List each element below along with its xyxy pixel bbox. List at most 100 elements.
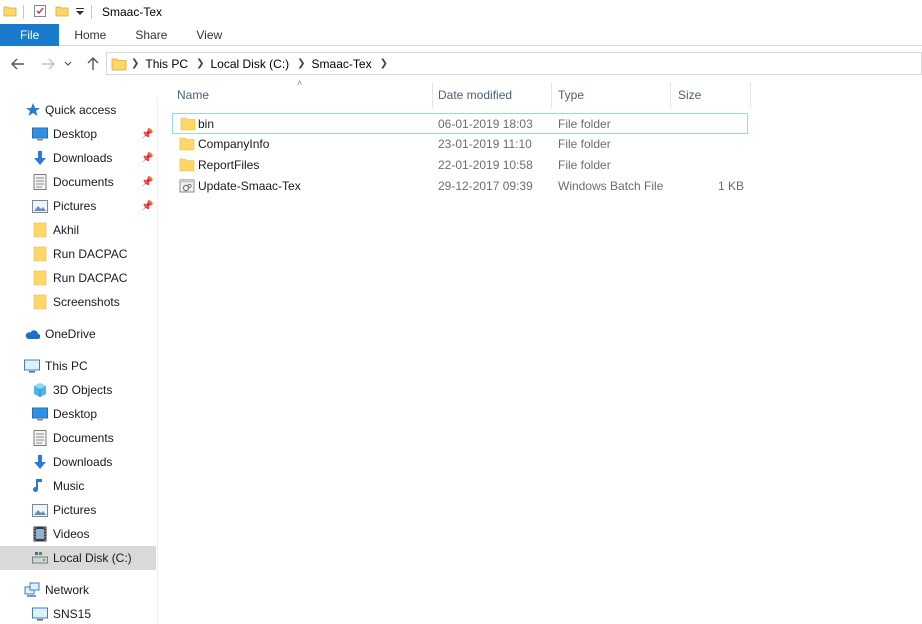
- tab-home[interactable]: Home: [59, 24, 121, 46]
- sidebar-item-label: Downloads: [53, 151, 113, 165]
- batch-file-icon: [179, 178, 195, 197]
- table-row[interactable]: ReportFiles 22-01-2019 10:58 File folder: [172, 155, 748, 176]
- sidebar-item-label: Music: [53, 479, 85, 493]
- navigation-pane: Quick access Desktop 📌 Downloads 📌 Docum…: [0, 98, 158, 624]
- sidebar-item-label: Pictures: [53, 503, 97, 517]
- folder-icon: [179, 136, 195, 155]
- sidebar-item-network[interactable]: Network: [0, 579, 156, 601]
- sidebar-item-downloads[interactable]: Downloads: [0, 451, 156, 473]
- desktop-icon: [32, 406, 48, 422]
- column-header-type[interactable]: Type: [558, 80, 668, 110]
- sidebar-item-pictures[interactable]: Pictures 📌: [0, 195, 156, 217]
- tab-view[interactable]: View: [181, 24, 237, 46]
- sidebar-item-local-disk[interactable]: Local Disk (C:): [0, 546, 156, 570]
- column-divider[interactable]: [551, 82, 552, 108]
- 3d-objects-icon: [32, 382, 48, 398]
- table-row[interactable]: bin 06-01-2019 18:03 File folder: [172, 113, 748, 134]
- sidebar-item-screenshots[interactable]: Screenshots: [0, 291, 156, 313]
- forward-arrow-icon[interactable]: [36, 52, 60, 76]
- sidebar-item-label: Pictures: [53, 199, 97, 213]
- sidebar-item-onedrive[interactable]: OneDrive: [0, 323, 156, 345]
- folder-icon: [111, 57, 127, 71]
- up-arrow-icon[interactable]: [81, 52, 105, 76]
- chevron-right-icon[interactable]: ❯: [380, 58, 388, 69]
- sidebar-item-documents[interactable]: Documents 📌: [0, 171, 156, 193]
- column-header-date-modified[interactable]: Date modified: [438, 80, 548, 110]
- sidebar-item-label: Quick access: [45, 103, 117, 117]
- sidebar-item-documents[interactable]: Documents: [0, 427, 156, 449]
- folder-icon: [32, 270, 48, 286]
- column-divider[interactable]: [670, 82, 671, 108]
- sidebar-item-label: Akhil: [53, 223, 80, 237]
- address-bar[interactable]: ❯ This PC ❯ Local Disk (C:) ❯ Smaac-Tex …: [106, 52, 922, 75]
- network-icon: [24, 582, 40, 598]
- file-name: ReportFiles: [198, 158, 260, 172]
- sidebar-item-label: Documents: [53, 175, 114, 189]
- sidebar-item-music[interactable]: Music: [0, 475, 156, 497]
- sidebar-item-videos[interactable]: Videos: [0, 523, 156, 545]
- navigation-bar: ❯ This PC ❯ Local Disk (C:) ❯ Smaac-Tex …: [0, 50, 922, 78]
- pin-icon[interactable]: 📌: [141, 129, 153, 140]
- column-header-size[interactable]: Size: [678, 80, 748, 110]
- downloads-icon: [32, 150, 48, 166]
- sidebar-item-run-dacpac[interactable]: Run DACPAC: [0, 243, 156, 265]
- file-name: CompanyInfo: [198, 137, 270, 151]
- sidebar-item-label: This PC: [45, 359, 88, 373]
- pictures-icon: [32, 198, 48, 214]
- computer-icon: [32, 606, 48, 622]
- column-divider[interactable]: [432, 82, 433, 108]
- sidebar-item-label: Run DACPAC: [53, 271, 128, 285]
- documents-icon: [32, 174, 48, 190]
- sidebar-item-label: Local Disk (C:): [53, 551, 132, 565]
- file-name: bin: [198, 117, 215, 131]
- breadcrumb-smaac-tex[interactable]: Smaac-Tex: [312, 57, 372, 71]
- file-size: 1 KB: [717, 179, 744, 193]
- computer-icon: [24, 358, 40, 374]
- sidebar-item-desktop[interactable]: Desktop 📌: [0, 123, 156, 145]
- videos-icon: [32, 526, 48, 542]
- chevron-right-icon[interactable]: ❯: [131, 58, 139, 69]
- pin-icon[interactable]: 📌: [141, 201, 153, 212]
- table-row[interactable]: CompanyInfo 23-01-2019 11:10 File folder: [172, 134, 748, 155]
- sidebar-item-this-pc[interactable]: This PC: [0, 355, 156, 377]
- sidebar-item-3d-objects[interactable]: 3D Objects: [0, 379, 156, 401]
- sidebar-item-pictures[interactable]: Pictures: [0, 499, 156, 521]
- folder-icon: [32, 246, 48, 262]
- tab-file[interactable]: File: [0, 24, 60, 46]
- breadcrumb-this-pc[interactable]: This PC: [145, 57, 188, 71]
- file-type: File folder: [558, 117, 611, 131]
- file-date: 29-12-2017 09:39: [438, 179, 533, 193]
- file-type: Windows Batch File: [558, 179, 664, 193]
- pin-icon[interactable]: 📌: [141, 153, 153, 164]
- file-type: File folder: [558, 137, 611, 151]
- sidebar-item-label: Documents: [53, 431, 114, 445]
- chevron-right-icon[interactable]: ❯: [297, 58, 305, 69]
- local-disk-icon: [32, 550, 48, 566]
- column-divider[interactable]: [750, 82, 751, 108]
- chevron-right-icon[interactable]: ❯: [196, 58, 204, 69]
- folder-icon: [180, 116, 196, 135]
- sidebar-item-desktop[interactable]: Desktop: [0, 403, 156, 425]
- sidebar-item-quick-access[interactable]: Quick access: [0, 99, 156, 121]
- back-arrow-icon[interactable]: [6, 52, 30, 76]
- breadcrumb-local-disk[interactable]: Local Disk (C:): [210, 57, 289, 71]
- recent-dropdown-icon[interactable]: [60, 52, 76, 76]
- pin-icon[interactable]: 📌: [141, 177, 153, 188]
- sidebar-item-label: Screenshots: [53, 295, 120, 309]
- column-header-name[interactable]: Name: [177, 80, 427, 110]
- toolbar-divider: [91, 5, 92, 19]
- customize-dropdown-icon[interactable]: [75, 5, 85, 19]
- sidebar-item-downloads[interactable]: Downloads 📌: [0, 147, 156, 169]
- properties-icon[interactable]: [33, 4, 47, 21]
- pictures-icon: [32, 502, 48, 518]
- new-folder-icon[interactable]: [55, 4, 69, 21]
- table-row[interactable]: Update-Smaac-Tex 29-12-2017 09:39 Window…: [172, 176, 748, 197]
- sidebar-item-label: OneDrive: [45, 327, 96, 341]
- sidebar-item-sns15[interactable]: SNS15: [0, 603, 156, 624]
- tab-share[interactable]: Share: [121, 24, 181, 46]
- folder-icon[interactable]: [3, 4, 17, 21]
- window-title: Smaac-Tex: [102, 5, 163, 19]
- sidebar-item-akhil[interactable]: Akhil: [0, 219, 156, 241]
- sidebar-item-run-dacpac[interactable]: Run DACPAC: [0, 267, 156, 289]
- folder-icon: [32, 222, 48, 238]
